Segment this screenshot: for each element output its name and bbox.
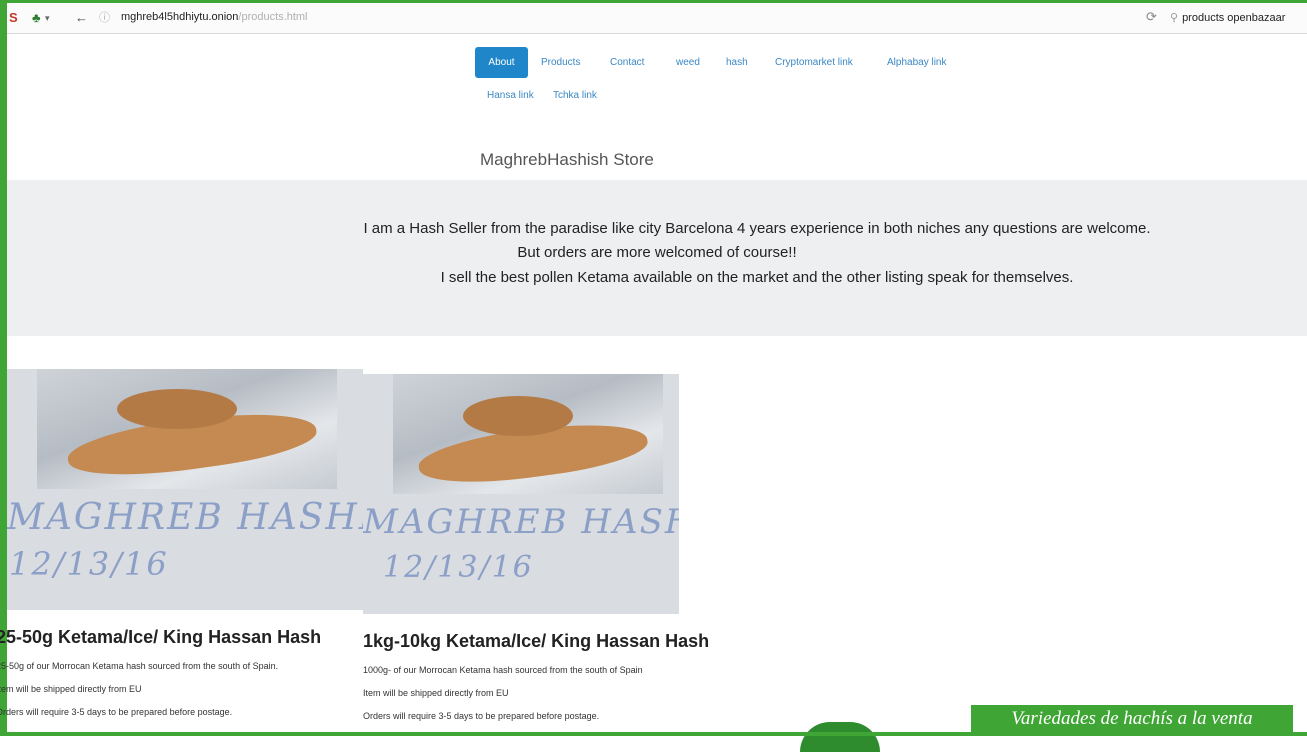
- nav-hansa-link[interactable]: Hansa link: [487, 89, 534, 103]
- image-caption: Variedades de hachís a la venta: [971, 705, 1293, 732]
- search-icon: ⚲: [1170, 12, 1179, 24]
- product-desc-1: 25-50g of our Morrocan Ketama hash sourc…: [0, 661, 279, 671]
- onion-menu-icon[interactable]: ♣: [32, 9, 41, 27]
- frame-bottom: [0, 732, 1307, 736]
- product-desc-1: Item will be shipped directly from EU: [0, 684, 142, 694]
- nav-about[interactable]: About: [475, 47, 528, 78]
- hash-shape: [463, 396, 573, 436]
- product-photo-2[interactable]: MAGHREB HASHISH 12/13/16: [363, 374, 679, 614]
- product-title-1[interactable]: 25-50g Ketama/Ice/ King Hassan Hash: [0, 627, 321, 648]
- decorative-shape: [800, 722, 880, 752]
- store-title: MaghrebHashish Store: [480, 150, 654, 169]
- intro-line-2: But orders are more welcomed of course!!: [517, 244, 797, 261]
- nav-tchka-link[interactable]: Tchka link: [553, 89, 597, 103]
- product-title-2[interactable]: 1kg-10kg Ketama/Ice/ King Hassan Hash: [363, 631, 709, 652]
- photo-date: 12/13/16: [9, 545, 169, 583]
- intro-line-3: I sell the best pollen Ketama available …: [440, 269, 1074, 286]
- chevron-down-icon[interactable]: ▾: [45, 9, 50, 27]
- store-intro: I am a Hash Seller from the paradise lik…: [7, 180, 1307, 336]
- product-photo-1[interactable]: MAGHREB HASHISH 12/13/16: [7, 369, 363, 610]
- browser-toolbar: S ♣ ▾ ← ⓘ mghreb4l5hdhiytu.onion/product…: [7, 3, 1307, 34]
- back-arrow-icon[interactable]: ←: [75, 9, 88, 27]
- info-icon[interactable]: ⓘ: [99, 9, 110, 27]
- nav-alphabay-link[interactable]: Alphabay link: [887, 56, 946, 70]
- intro-line-1: I am a Hash Seller from the paradise lik…: [363, 220, 1151, 237]
- frame-left: [0, 0, 7, 736]
- extension-s-icon[interactable]: S: [9, 9, 18, 27]
- product-desc-2: 1000g- of our Morrocan Ketama hash sourc…: [363, 665, 643, 675]
- search-input[interactable]: ⚲ products openbazaar: [1170, 8, 1304, 28]
- url-host: mghreb4l5hdhiytu.onion: [121, 11, 239, 23]
- reload-icon[interactable]: ⟳: [1146, 9, 1157, 25]
- nav-hash[interactable]: hash: [726, 56, 748, 70]
- nav-cryptomarket-link[interactable]: Cryptomarket link: [775, 56, 853, 70]
- hash-shape: [117, 389, 237, 429]
- product-desc-2: Orders will require 3-5 days to be prepa…: [363, 711, 600, 721]
- nav-weed[interactable]: weed: [676, 56, 700, 70]
- product-desc-1: Orders will require 3-5 days to be prepa…: [0, 707, 233, 717]
- search-text: products openbazaar: [1182, 12, 1286, 24]
- product-desc-2: Item will be shipped directly from EU: [363, 688, 509, 698]
- address-bar[interactable]: mghreb4l5hdhiytu.onion/products.html: [121, 11, 308, 23]
- photo-date: 12/13/16: [383, 550, 534, 585]
- photo-writing: MAGHREB HASHISH: [7, 497, 363, 538]
- nav-products[interactable]: Products: [541, 56, 580, 70]
- photo-writing: MAGHREB HASHISH: [363, 502, 679, 542]
- url-path: /products.html: [238, 11, 308, 23]
- nav-contact[interactable]: Contact: [610, 56, 644, 70]
